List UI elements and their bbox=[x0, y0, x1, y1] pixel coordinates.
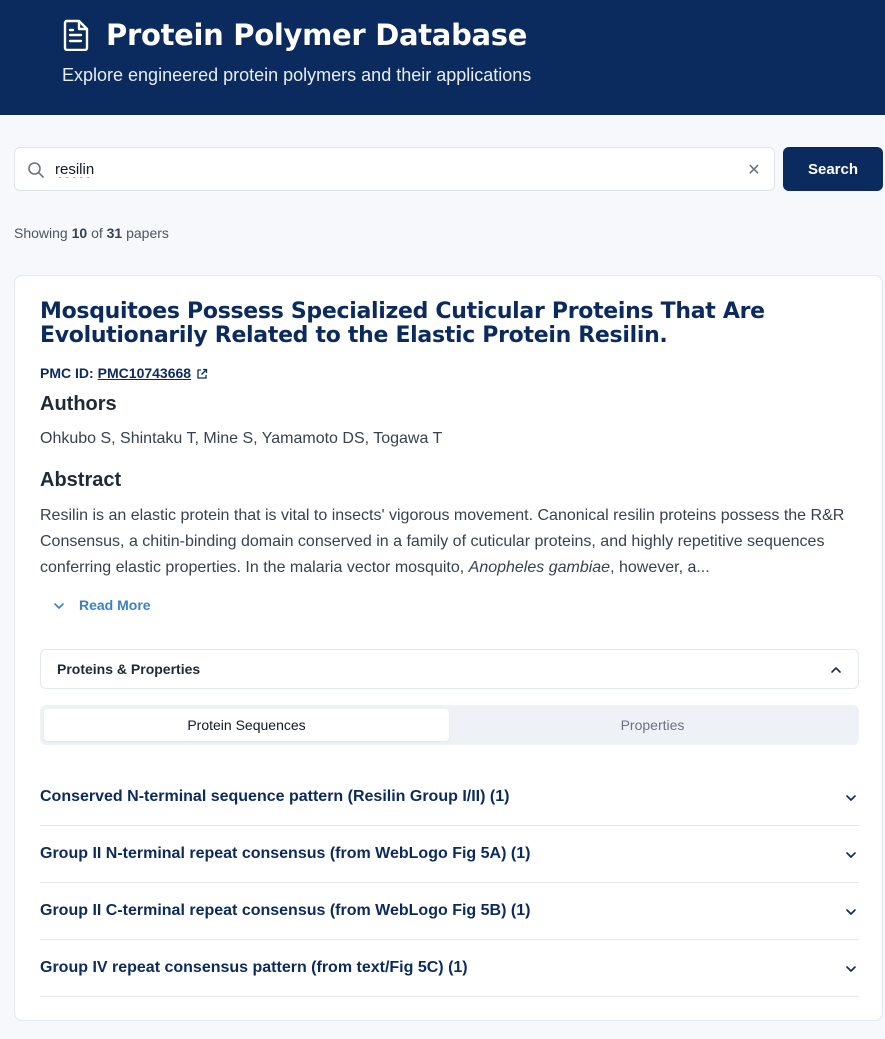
sequence-item-label: Conserved N-terminal sequence pattern (R… bbox=[40, 788, 510, 805]
chevron-down-icon bbox=[845, 848, 857, 860]
chevron-down-icon bbox=[53, 599, 65, 611]
abstract-part-2: , however, a... bbox=[610, 559, 710, 576]
sequence-item-label: Group II C-terminal repeat consensus (fr… bbox=[40, 902, 531, 919]
app-subtitle: Explore engineered protein polymers and … bbox=[62, 65, 532, 85]
sequence-item[interactable]: Group II N-terminal repeat consensus (fr… bbox=[40, 826, 859, 883]
app-title: Protein Polymer Database bbox=[106, 18, 528, 52]
read-more-button[interactable]: Read More bbox=[53, 597, 151, 613]
external-link-icon[interactable] bbox=[196, 367, 208, 379]
results-count: Showing 10 of 31 papers bbox=[14, 225, 169, 241]
sequence-item[interactable]: Group II C-terminal repeat consensus (fr… bbox=[40, 883, 859, 940]
document-icon bbox=[62, 18, 92, 52]
search-bar: ✕ Search bbox=[14, 147, 883, 191]
tab-properties[interactable]: Properties bbox=[450, 709, 855, 741]
results-shown: 10 bbox=[71, 225, 88, 241]
paper-title: Mosquitoes Possess Specialized Cuticular… bbox=[40, 299, 765, 348]
results-suffix: papers bbox=[126, 225, 169, 241]
abstract-species: Anopheles gambiae bbox=[468, 559, 611, 576]
results-total: 31 bbox=[106, 225, 123, 241]
search-button[interactable]: Search bbox=[783, 147, 883, 191]
chevron-up-icon bbox=[830, 663, 842, 675]
abstract-heading: Abstract bbox=[40, 469, 122, 491]
paper-card: Mosquitoes Possess Specialized Cuticular… bbox=[14, 275, 883, 1021]
protein-tabs: Protein Sequences Properties bbox=[40, 705, 859, 745]
authors-list: Ohkubo S, Shintaku T, Mine S, Yamamoto D… bbox=[40, 430, 443, 447]
proteins-properties-toggle[interactable]: Proteins & Properties bbox=[40, 649, 859, 689]
pmc-label: PMC ID: bbox=[40, 365, 94, 381]
search-box: ✕ bbox=[14, 147, 775, 191]
search-icon bbox=[27, 161, 45, 179]
read-more-label: Read More bbox=[79, 597, 151, 613]
chevron-down-icon bbox=[845, 962, 857, 974]
sequence-item-label: Group II N-terminal repeat consensus (fr… bbox=[40, 845, 531, 862]
chevron-down-icon bbox=[845, 791, 857, 803]
sequence-item[interactable]: Group IV repeat consensus pattern (from … bbox=[40, 940, 859, 997]
header-title-row: Protein Polymer Database bbox=[62, 18, 527, 52]
clear-search-icon[interactable]: ✕ bbox=[744, 160, 764, 180]
pmc-row: PMC ID: PMC10743668 bbox=[40, 365, 208, 381]
chevron-down-icon bbox=[845, 905, 857, 917]
tab-protein-sequences[interactable]: Protein Sequences bbox=[44, 709, 449, 741]
results-of: of bbox=[91, 225, 103, 241]
sequence-list: Conserved N-terminal sequence pattern (R… bbox=[40, 769, 859, 997]
app-header: Protein Polymer Database Explore enginee… bbox=[0, 0, 885, 115]
pmc-link[interactable]: PMC10743668 bbox=[98, 365, 191, 381]
authors-heading: Authors bbox=[40, 393, 117, 415]
results-prefix: Showing bbox=[14, 225, 68, 241]
abstract-text: Resilin is an elastic protein that is vi… bbox=[40, 503, 870, 581]
proteins-properties-label: Proteins & Properties bbox=[57, 661, 201, 677]
sequence-item[interactable]: Conserved N-terminal sequence pattern (R… bbox=[40, 769, 859, 826]
search-input[interactable] bbox=[55, 148, 735, 190]
abstract-part-1: Resilin is an elastic protein that is vi… bbox=[40, 507, 845, 576]
sequence-item-label: Group IV repeat consensus pattern (from … bbox=[40, 959, 468, 976]
